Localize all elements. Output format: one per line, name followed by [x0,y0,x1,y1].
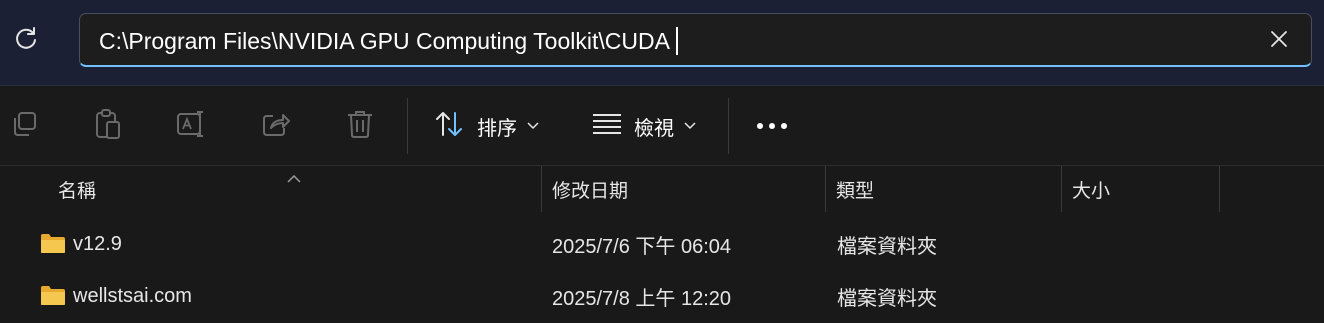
chevron-down-icon [527,117,539,135]
sort-icon [435,110,465,143]
sort-ascending-icon [287,170,301,188]
column-header-modified[interactable]: 修改日期 [552,166,628,212]
file-name: v12.9 [73,232,122,255]
text-caret [675,27,678,55]
file-name: wellstsai.com [73,284,192,307]
file-type: 檔案資料夾 [837,235,937,258]
refresh-button[interactable] [8,22,44,58]
file-type: 檔案資料夾 [837,287,937,310]
column-header-name[interactable]: 名稱 [58,166,96,212]
refresh-icon [13,25,39,56]
share-icon [261,110,291,143]
more-icon [756,117,788,135]
file-modified: 2025/7/6 下午 06:04 [552,235,732,258]
toolbar-separator [407,98,408,154]
list-item[interactable]: v12.9 2025/7/6 下午 06:04 檔案資料夾 [0,218,1324,270]
view-icon [592,113,622,140]
more-options-button[interactable] [756,108,788,144]
column-header-row: 名稱 修改日期 類型 大小 [0,166,1324,212]
address-input[interactable]: C:\Program Files\NVIDIA GPU Computing To… [79,13,1312,67]
folder-icon [40,285,66,311]
clear-address-button[interactable] [1267,29,1291,53]
column-divider[interactable] [1061,166,1062,212]
copy-icon [10,110,38,143]
close-icon [1270,30,1288,53]
list-item[interactable]: wellstsai.com 2025/7/8 上午 12:20 檔案資料夾 [0,270,1324,322]
address-path-text[interactable]: C:\Program Files\NVIDIA GPU Computing To… [99,27,678,55]
rename-icon [176,110,206,143]
chevron-down-icon [684,117,696,135]
delete-button[interactable] [346,108,374,144]
paste-button[interactable] [94,108,122,144]
column-divider[interactable] [541,166,542,212]
share-button[interactable] [261,108,291,144]
column-divider[interactable] [825,166,826,212]
column-divider[interactable] [1219,166,1220,212]
sort-button[interactable]: 排序 [435,108,539,144]
view-label: 檢視 [634,117,674,140]
address-bar-strip: C:\Program Files\NVIDIA GPU Computing To… [0,0,1324,86]
view-button[interactable]: 檢視 [592,108,696,144]
command-toolbar: 排序 檢視 [0,86,1324,166]
rename-button[interactable] [176,108,206,144]
copy-button[interactable] [10,108,38,144]
folder-icon [40,233,66,259]
column-header-size[interactable]: 大小 [1072,166,1110,212]
sort-label: 排序 [477,117,517,140]
toolbar-separator [728,98,729,154]
paste-icon [94,108,122,145]
trash-icon [346,109,374,144]
column-header-type[interactable]: 類型 [836,166,874,212]
file-modified: 2025/7/8 上午 12:20 [552,287,732,310]
